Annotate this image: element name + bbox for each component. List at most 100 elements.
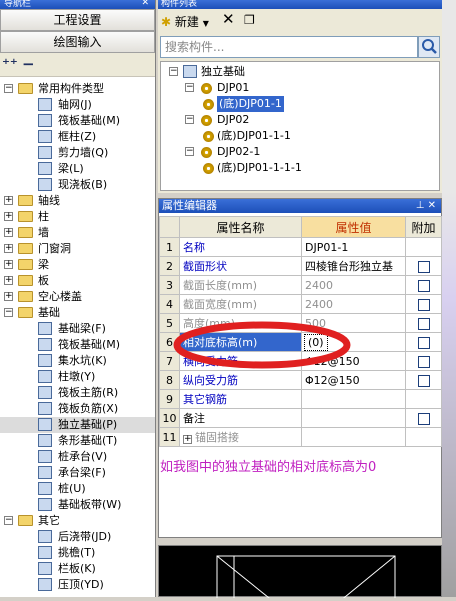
tree-item[interactable]: 筏板基础(M) xyxy=(0,337,155,353)
extra-checkbox[interactable] xyxy=(417,336,430,349)
property-value[interactable] xyxy=(301,389,406,409)
pin-close-icon[interactable]: ⊥ ✕ xyxy=(416,199,436,213)
collapse-icon[interactable]: − xyxy=(4,308,13,317)
tree-item[interactable]: 梁(L) xyxy=(0,161,155,177)
property-value[interactable]: 2400 xyxy=(301,275,406,295)
expand-all-icon[interactable]: ⁺⁺ xyxy=(2,55,18,73)
new-icon: ✱ xyxy=(161,15,172,29)
tree-item[interactable]: 筏板基础(M) xyxy=(0,113,155,129)
tab-drawing-input[interactable]: 绘图输入 xyxy=(0,31,155,53)
folder-icon xyxy=(18,195,33,206)
component-list-title-bar: 构件列表 xyxy=(158,0,456,9)
tree-item[interactable]: 承台梁(F) xyxy=(0,465,155,481)
tree-folder[interactable]: + 柱 xyxy=(0,209,155,225)
new-component-button[interactable]: ✱ 新建 ▼ xyxy=(161,13,209,30)
tree-folder[interactable]: + 门窗洞 xyxy=(0,241,155,257)
property-name: 截面长度(mm) xyxy=(179,275,302,295)
tree-item[interactable]: 栏板(K) xyxy=(0,561,155,577)
property-row[interactable]: 10 备注 xyxy=(159,408,442,428)
expand-icon[interactable]: + xyxy=(4,228,13,237)
tree-item[interactable]: 独立基础(P) xyxy=(0,417,155,433)
tree-item[interactable]: 集水坑(K) xyxy=(0,353,155,369)
chevron-down-icon[interactable]: ▼ xyxy=(203,19,209,28)
collapse-all-icon[interactable]: − xyxy=(22,55,35,73)
extra-checkbox[interactable] xyxy=(417,298,430,311)
copy-icon[interactable]: ❐ xyxy=(244,13,255,27)
property-row[interactable]: 1 名称 DJP01-1 xyxy=(159,237,442,257)
expand-icon[interactable]: + xyxy=(4,276,13,285)
property-value[interactable]: DJP01-1 xyxy=(301,237,406,257)
extra-checkbox[interactable] xyxy=(417,412,430,425)
tree-item[interactable]: 筏板主筋(R) xyxy=(0,385,155,401)
component-type-icon xyxy=(38,562,52,575)
collapse-icon[interactable]: − xyxy=(4,84,13,93)
component-search-input[interactable]: 搜索构件... xyxy=(160,36,418,58)
tree-folder[interactable]: + 墙 xyxy=(0,225,155,241)
expand-icon[interactable]: + xyxy=(183,435,192,444)
collapse-icon[interactable]: − xyxy=(4,516,13,525)
extra-cell xyxy=(405,294,442,314)
tree-item[interactable]: 压顶(YD) xyxy=(0,577,155,593)
expand-icon[interactable]: + xyxy=(4,212,13,221)
tree-item[interactable]: 后浇带(JD) xyxy=(0,529,155,545)
component-type-icon xyxy=(38,130,52,143)
property-row[interactable]: 2 截面形状 四棱锥台形独立基 xyxy=(159,256,442,276)
expand-icon[interactable]: + xyxy=(4,260,13,269)
property-name-label: 锚固搭接 xyxy=(195,431,239,444)
folder-icon xyxy=(18,515,33,526)
property-row[interactable]: 9 其它钢筋 xyxy=(159,389,442,409)
tree-folder[interactable]: + 轴线 xyxy=(0,193,155,209)
tree-folder-label: 柱 xyxy=(38,210,49,223)
tree-folder-label: 常用构件类型 xyxy=(38,82,104,95)
collapse-icon[interactable]: − xyxy=(185,115,194,124)
property-value[interactable] xyxy=(301,427,406,447)
tree-item[interactable]: 挑檐(T) xyxy=(0,545,155,561)
property-row[interactable]: 4 截面宽度(mm) 2400 xyxy=(159,294,442,314)
tree-item[interactable]: 桩(U) xyxy=(0,481,155,497)
property-row[interactable]: 3 截面长度(mm) 2400 xyxy=(159,275,442,295)
tree-folder[interactable]: + 梁 xyxy=(0,257,155,273)
row-number: 11 xyxy=(159,427,180,447)
tree-folder[interactable]: − 常用构件类型 xyxy=(0,81,155,97)
expand-icon[interactable]: + xyxy=(4,196,13,205)
tree-item[interactable]: 条形基础(T) xyxy=(0,433,155,449)
property-row[interactable]: 11 + 锚固搭接 xyxy=(159,427,442,447)
property-value[interactable] xyxy=(301,408,406,428)
search-button[interactable] xyxy=(418,36,440,58)
tree-folder[interactable]: + 板 xyxy=(0,273,155,289)
tree-item[interactable]: 现浇板(B) xyxy=(0,177,155,193)
drawing-canvas[interactable] xyxy=(158,545,442,601)
tab-project-settings[interactable]: 工程设置 xyxy=(0,9,155,31)
tree-item[interactable]: 剪力墙(Q) xyxy=(0,145,155,161)
tree-item[interactable]: 轴网(J) xyxy=(0,97,155,113)
tree-item[interactable]: 基础梁(F) xyxy=(0,321,155,337)
extra-checkbox[interactable] xyxy=(417,355,430,368)
expand-icon[interactable]: + xyxy=(4,292,13,301)
tree-folder[interactable]: − 其它 xyxy=(0,513,155,529)
tree-item[interactable]: 柱墩(Y) xyxy=(0,369,155,385)
property-value[interactable]: 2400 xyxy=(301,294,406,314)
tree-item[interactable]: 桩承台(V) xyxy=(0,449,155,465)
delete-icon[interactable]: ✕ xyxy=(222,10,235,28)
tree-item[interactable]: 筏板负筋(X) xyxy=(0,401,155,417)
extra-checkbox[interactable] xyxy=(417,279,430,292)
collapse-icon[interactable]: − xyxy=(169,67,178,76)
component-tree: − 独立基础 − DJP01 (底)DJP01-1− DJP02 (底)DJP01-1-1−… xyxy=(160,61,440,191)
property-value[interactable]: 四棱锥台形独立基 xyxy=(301,256,406,276)
tree-item[interactable]: 基础板带(W) xyxy=(0,497,155,513)
tree-folder[interactable]: − 基础 xyxy=(0,305,155,321)
collapse-icon[interactable]: − xyxy=(185,83,194,92)
extra-cell xyxy=(405,256,442,276)
expand-icon[interactable]: + xyxy=(4,244,13,253)
component-type-icon xyxy=(38,370,52,383)
tree-item[interactable]: 框柱(Z) xyxy=(0,129,155,145)
extra-checkbox[interactable] xyxy=(417,374,430,387)
tree-item-label: 承台梁(F) xyxy=(58,466,106,479)
extra-checkbox[interactable] xyxy=(417,317,430,330)
extra-checkbox[interactable] xyxy=(417,260,430,273)
pin-icon[interactable]: ✕ xyxy=(141,0,149,8)
collapse-icon[interactable]: − xyxy=(185,147,194,156)
tree-folder[interactable]: + 空心楼盖 xyxy=(0,289,155,305)
folder-icon xyxy=(18,211,33,222)
component-tree-label: (底)DJP01-1-1 xyxy=(217,129,291,142)
